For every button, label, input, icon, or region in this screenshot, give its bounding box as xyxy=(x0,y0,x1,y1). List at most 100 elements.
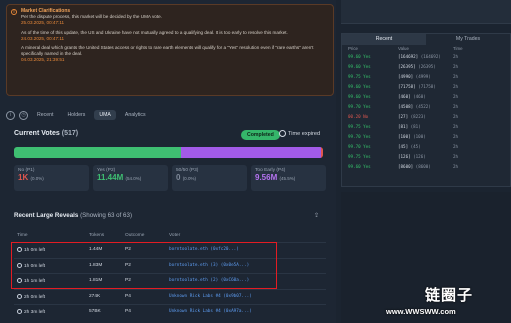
tab-analytics[interactable]: Analytics xyxy=(120,110,151,120)
vote-cards: No (P1) 1K (0.0%) Yes (P2) 11.44M (54.0%… xyxy=(14,165,326,191)
trade-time: 2h xyxy=(453,94,459,99)
tab-uma[interactable]: UMA xyxy=(94,110,116,120)
column-price: Price xyxy=(348,46,359,51)
trade-price: 99.70 Yes xyxy=(348,134,371,139)
market-tabs: i ◷ Recent Holders UMA Analytics xyxy=(6,108,151,122)
trade-row[interactable]: 99.60 Yes [460] (460) 2h xyxy=(342,93,510,103)
tab-my-trades[interactable]: My Trades xyxy=(426,34,510,45)
trade-row[interactable]: 99.60 Yes [8600] (8600) 2h xyxy=(342,163,510,173)
vote-card-yes: Yes (P2) 11.44M (54.0%) xyxy=(93,165,168,191)
vote-card-too-early: Too Early (P4) 9.56M (45.5%) xyxy=(251,165,326,191)
trade-time: 2h xyxy=(453,114,459,119)
trade-row[interactable]: 99.75 Yes [81] (81) 2h xyxy=(342,123,510,133)
reveals-table-header: Time Tokens Outcome Voter xyxy=(14,233,326,241)
vote-card-no: No (P1) 1K (0.0%) xyxy=(14,165,89,191)
reveal-outcome: P4 xyxy=(125,293,131,299)
trade-value: [460] (460) xyxy=(398,94,426,99)
tab-recent[interactable]: Recent xyxy=(32,110,58,120)
clock-icon xyxy=(17,293,22,299)
trade-row[interactable]: 00.20 No [27] (8223) 2h xyxy=(342,113,510,123)
trade-time: 2h xyxy=(453,84,459,89)
highlight-box xyxy=(11,242,277,289)
trade-price: 00.20 No xyxy=(348,114,369,119)
vote-bar-segment xyxy=(321,147,323,158)
trade-price: 99.75 Yes xyxy=(348,124,371,129)
reveal-row[interactable]: 2h 3m left 57BK P4 Unknown Rick Labs #4 (0x… xyxy=(14,304,326,316)
vote-card-value: 9.56M (45.5%) xyxy=(255,173,296,182)
market-main-column: ! Market Clarifications Per the dispute … xyxy=(0,0,336,323)
watermark-url: www.WWSWW.com xyxy=(386,307,456,316)
trade-row[interactable]: 99.70 Yes [45] (45) 2h xyxy=(342,143,510,153)
trade-price: 99.75 Yes xyxy=(348,74,371,79)
trade-time: 2h xyxy=(453,74,459,79)
clock-icon xyxy=(17,309,22,314)
trades-panel: Recent My Trades Price Value Time 99.60 … xyxy=(341,33,511,187)
vote-distribution-bar xyxy=(14,147,323,158)
reveal-row[interactable]: 2h 0m left 274K P4 Unknown Rick Labs #4 (0x… xyxy=(14,288,326,301)
column-value: Value xyxy=(398,46,409,51)
clock-icon[interactable]: ◷ xyxy=(19,110,28,120)
share-icon[interactable]: ⇪ xyxy=(314,212,319,219)
reveal-voter-link[interactable]: Unknown Rick Labs #4 (0x9b07...) xyxy=(169,294,252,299)
trade-value: [81] (81) xyxy=(398,124,421,129)
trade-row[interactable]: 99.70 Yes [4508] (4522) 2h xyxy=(342,103,510,113)
current-votes-label: Current Votes xyxy=(14,130,60,137)
trade-price: 99.75 Yes xyxy=(348,154,371,159)
trade-value: [126] (126) xyxy=(398,154,426,159)
trade-value: [8600] (8600) xyxy=(398,164,431,169)
trades-table-header: Price Value Time xyxy=(342,45,510,53)
clarification-date: 24.03.2025, 00:47:11 xyxy=(21,35,65,41)
trade-row[interactable]: 99.60 Yes [71758] (71758) 2h xyxy=(342,83,510,93)
recent-reveals-title: Recent Large Reveals (Showing 63 of 63) xyxy=(14,212,132,219)
trade-time: 2h xyxy=(453,124,459,129)
trade-time: 2h xyxy=(453,134,459,139)
trade-value: [71758] (71758) xyxy=(398,84,436,89)
vote-bar-segment xyxy=(180,147,322,158)
vote-card-value: 0 (0.0%) xyxy=(176,173,196,182)
watermark-text: 链圈子 xyxy=(425,286,474,304)
column-outcome: Outcome xyxy=(125,233,145,238)
current-votes-count: (517) xyxy=(61,130,79,137)
trade-price: 99.60 Yes xyxy=(348,84,371,89)
current-votes-title: Current Votes (517) xyxy=(14,130,78,137)
reveal-voter-link[interactable]: Unknown Rick Labs #4 (0xA97a...) xyxy=(169,309,252,314)
trade-value: [100] (100) xyxy=(398,134,426,139)
trade-value: [4508] (4522) xyxy=(398,104,431,109)
column-time: Time xyxy=(17,233,28,238)
trade-row[interactable]: 99.60 Yes [26395] (26395) 2h xyxy=(342,63,510,73)
trade-time: 2h xyxy=(453,64,459,69)
column-tokens: Tokens xyxy=(89,233,105,238)
trade-price: 99.60 Yes xyxy=(348,54,371,59)
trade-price: 99.60 Yes xyxy=(348,94,371,99)
vote-card-value: 1K (0.0%) xyxy=(18,173,44,182)
vote-card-value: 11.44M (54.0%) xyxy=(97,173,142,182)
trade-time: 2h xyxy=(453,144,459,149)
trade-value: [27] (8223) xyxy=(398,114,426,119)
reveal-time: 2h 0m left xyxy=(17,293,45,299)
trade-row[interactable]: 99.75 Yes [4990] (4999) 2h xyxy=(342,73,510,83)
trade-price: 99.70 Yes xyxy=(348,144,371,149)
column-voter: Voter xyxy=(169,233,181,238)
trade-value: [45] (45) xyxy=(398,144,421,149)
trades-tabs: Recent My Trades xyxy=(342,34,510,45)
trade-row[interactable]: 99.70 Yes [100] (100) 2h xyxy=(342,133,510,143)
clarification-date: 04.03.2025, 21:39:51 xyxy=(21,57,65,63)
trade-time: 2h xyxy=(453,164,459,169)
clock-icon xyxy=(279,130,286,137)
clarification-text: A mineral deal which grants the United S… xyxy=(21,45,314,57)
recent-reveals-label: Recent Large Reveals xyxy=(14,212,79,219)
reveal-tokens: 274K xyxy=(89,293,101,299)
trade-price: 99.60 Yes xyxy=(348,164,371,169)
vote-bar-segment xyxy=(14,147,181,158)
reveal-outcome: P4 xyxy=(125,309,131,314)
trade-row[interactable]: 99.75 Yes [126] (126) 2h xyxy=(342,153,510,163)
tab-holders[interactable]: Holders xyxy=(62,110,90,120)
trade-value: [4990] (4999) xyxy=(398,74,431,79)
tab-recent-trades[interactable]: Recent xyxy=(342,34,426,45)
info-icon[interactable]: i xyxy=(6,110,15,120)
trade-time: 2h xyxy=(453,154,459,159)
trade-row[interactable]: 99.60 Yes [164692] (164692) 2h xyxy=(342,53,510,63)
right-header-panel xyxy=(341,0,511,24)
trade-value: [26395] (26395) xyxy=(398,64,436,69)
reveal-tokens: 57BK xyxy=(89,309,101,314)
